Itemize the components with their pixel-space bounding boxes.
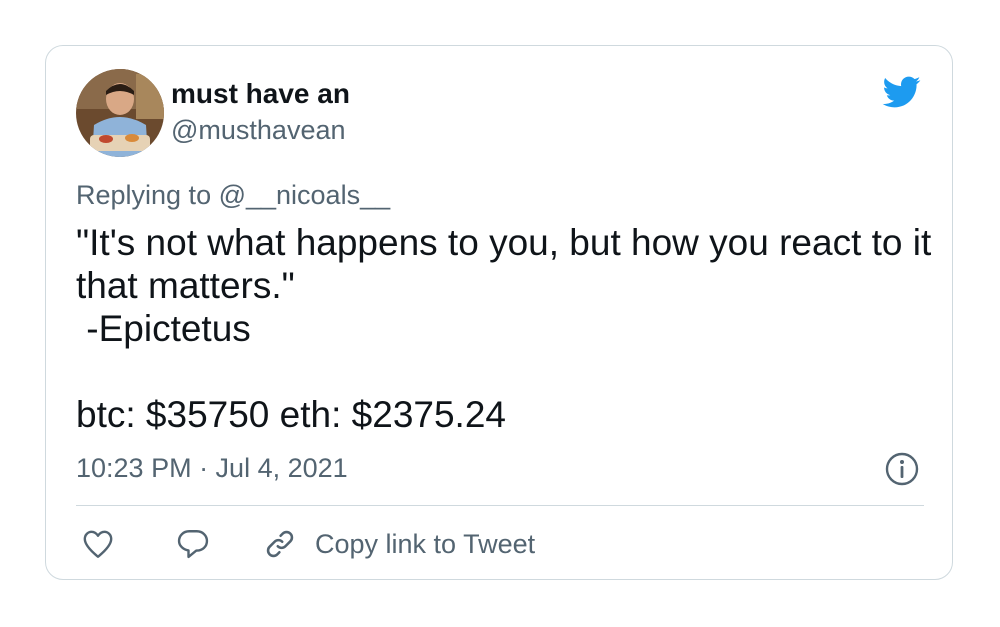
- tweet-timestamp[interactable]: 10:23 PM · Jul 4, 2021: [76, 453, 348, 484]
- avatar[interactable]: [76, 69, 164, 157]
- display-name[interactable]: must have an: [171, 78, 350, 110]
- tweet-card[interactable]: must have an @musthavean Replying to @__…: [45, 45, 953, 580]
- like-button[interactable]: [79, 526, 117, 562]
- heart-icon: [83, 530, 113, 558]
- replying-to[interactable]: Replying to @__nicoals__: [76, 180, 390, 211]
- user-handle[interactable]: @musthavean: [171, 115, 346, 146]
- twitter-bird-icon[interactable]: [878, 72, 924, 112]
- speech-bubble-icon: [177, 530, 209, 559]
- tweet-text: "It's not what happens to you, but how y…: [76, 222, 932, 435]
- copy-link-label: Copy link to Tweet: [315, 528, 536, 559]
- link-icon: [266, 530, 294, 558]
- copy-link-button[interactable]: Copy link to Tweet: [262, 526, 535, 562]
- divider: [76, 505, 924, 506]
- reply-button[interactable]: [174, 526, 212, 562]
- info-icon[interactable]: [884, 451, 920, 487]
